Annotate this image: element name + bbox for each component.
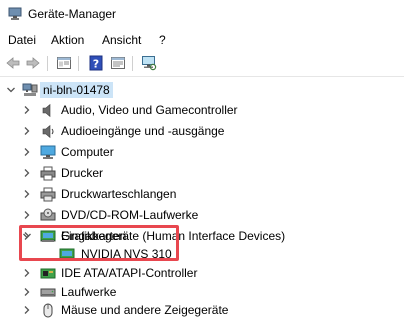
tree-item-print-queues[interactable]: Druckwarteschlangen <box>0 184 404 205</box>
speaker-icon <box>42 103 51 118</box>
chevron-right-icon[interactable] <box>22 210 32 220</box>
tree-item-label: Computer <box>61 145 114 159</box>
chevron-right-icon[interactable] <box>22 268 32 278</box>
tree-item-mice[interactable]: Mäuse und andere Zeigegeräte <box>0 300 404 321</box>
toolbar: ? <box>0 50 404 77</box>
computer-root-icon <box>22 83 38 96</box>
menu-help[interactable]: ? <box>159 33 166 47</box>
toolbar-separator <box>47 56 48 71</box>
mouse-icon <box>43 303 53 318</box>
chevron-right-icon[interactable] <box>22 105 32 115</box>
tree-item-computer[interactable]: Computer <box>0 142 404 163</box>
chevron-down-icon[interactable] <box>6 85 16 95</box>
menu-aktion[interactable]: Aktion <box>51 33 84 47</box>
tree-item-printer[interactable]: Drucker <box>0 163 404 184</box>
menu-ansicht[interactable]: Ansicht <box>102 33 141 47</box>
tree-root-label: ni-bln-01478 <box>40 82 113 98</box>
window-title: Geräte-Manager <box>28 7 117 21</box>
back-icon[interactable] <box>5 55 21 71</box>
audio-io-icon <box>42 124 54 139</box>
disk-drive-icon <box>40 288 56 297</box>
chevron-right-icon[interactable] <box>22 287 32 297</box>
chevron-right-icon[interactable] <box>22 168 32 178</box>
tree-item-label: Drucker <box>61 166 104 180</box>
chevron-right-icon[interactable] <box>22 126 32 136</box>
tree-item-ide-ata[interactable]: IDE ATA/ATAPI-Controller <box>0 263 404 284</box>
properties-view-icon[interactable] <box>56 55 72 71</box>
menu-datei[interactable]: Datei <box>8 33 36 47</box>
monitor-icon <box>40 145 56 159</box>
tree-root[interactable]: ni-bln-01478 <box>0 80 404 101</box>
tree-item-audio-io[interactable]: Audioeingänge und -ausgänge <box>0 121 404 142</box>
chevron-right-icon[interactable] <box>22 305 32 315</box>
tree-item-label: Mäuse und andere Zeigegeräte <box>61 303 229 317</box>
svg-text:?: ? <box>93 58 99 71</box>
chevron-right-icon[interactable] <box>22 147 32 157</box>
tree-item-label: DVD/CD-ROM-Laufwerke <box>61 208 199 222</box>
printer-icon <box>40 166 56 181</box>
help-icon[interactable]: ? <box>88 55 104 71</box>
tree-item-label: Audioeingänge und -ausgänge <box>61 124 225 138</box>
tree-item-audio-video[interactable]: Audio, Video und Gamecontroller <box>0 100 404 121</box>
toolbar-separator <box>78 56 79 71</box>
tree-item-label: Druckwarteschlangen <box>61 187 177 201</box>
title-bar: Geräte-Manager <box>0 0 404 28</box>
tree-item-label: Audio, Video und Gamecontroller <box>61 103 238 117</box>
console-tree-icon[interactable] <box>110 55 126 71</box>
device-manager-icon <box>8 7 22 20</box>
tree-item-label: Laufwerke <box>61 285 117 299</box>
print-queue-icon <box>40 187 56 202</box>
ide-controller-icon <box>40 268 56 279</box>
tree-item-dvd[interactable]: DVD/CD-ROM-Laufwerke <box>0 205 404 226</box>
forward-icon[interactable] <box>25 55 41 71</box>
disc-drive-icon <box>40 208 56 221</box>
chevron-right-icon[interactable] <box>22 189 32 199</box>
highlight-box <box>19 225 179 261</box>
tree-item-label: IDE ATA/ATAPI-Controller <box>61 266 198 280</box>
toolbar-separator <box>132 56 133 71</box>
scan-hardware-icon[interactable] <box>141 55 157 71</box>
menu-bar: Datei Aktion Ansicht ? <box>0 28 404 50</box>
